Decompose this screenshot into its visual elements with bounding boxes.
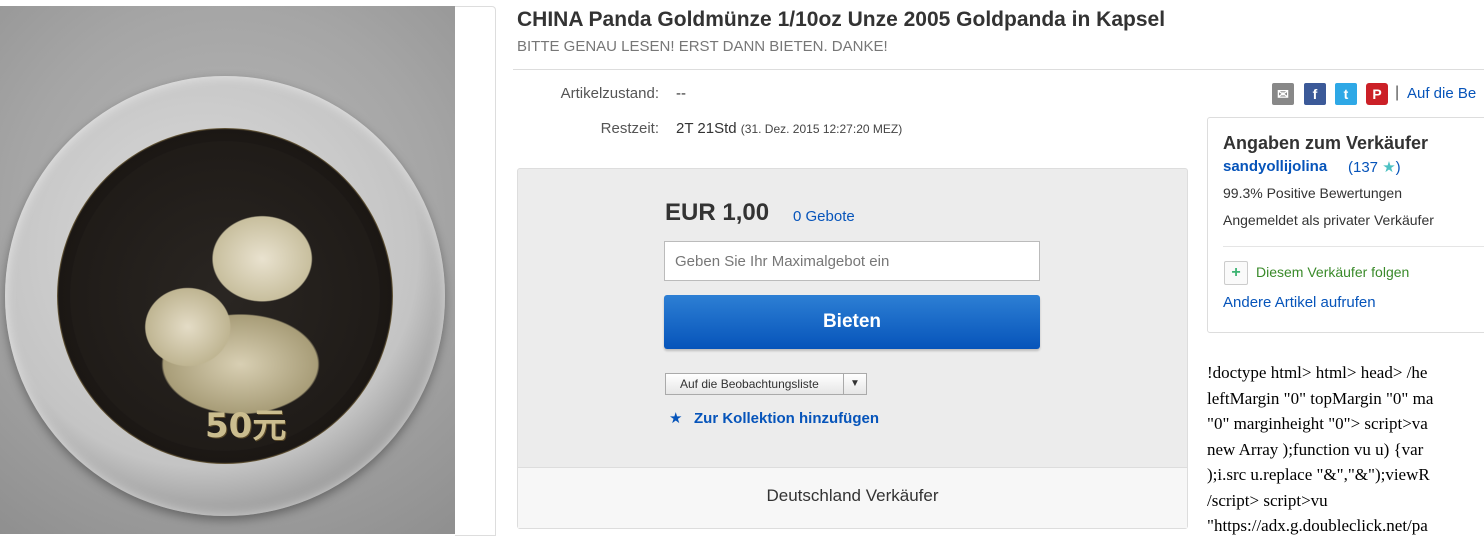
chevron-down-icon[interactable]: ▼ <box>843 374 866 394</box>
seller-panel: Angaben zum Verkäufer sandyollijolina (1… <box>1207 117 1484 333</box>
time-left-detail: (31. Dez. 2015 12:27:20 MEZ) <box>740 122 903 136</box>
seller-name-link[interactable]: sandyollijolina <box>1223 158 1327 175</box>
bid-box: EUR 1,00 0 Gebote Bieten Auf die Beobach… <box>517 168 1188 529</box>
condition-value: -- <box>676 85 686 102</box>
private-seller-note: Angemeldet als privater Verkäufer <box>1223 212 1434 228</box>
bid-box-footer: Deutschland Verkäufer <box>518 467 1187 528</box>
seller-divider <box>1223 246 1484 247</box>
other-items-link[interactable]: Andere Artikel aufrufen <box>1223 294 1376 311</box>
coin-denomination: 50元 <box>205 406 287 446</box>
raw-line: );i.src u.replace "&","&");viewR <box>1207 465 1430 484</box>
time-left-label: Restzeit: <box>600 120 659 137</box>
current-price: EUR 1,00 <box>665 199 770 226</box>
title-divider <box>513 69 1484 70</box>
watchlist-button[interactable]: Auf die Beobachtungsliste ▼ <box>665 373 867 395</box>
condition-label: Artikelzustand: <box>560 85 659 102</box>
add-to-collection-link[interactable]: Zur Kollektion hinzufügen <box>694 410 879 427</box>
max-bid-input[interactable] <box>664 241 1040 281</box>
watchlist-label: Auf die Beobachtungsliste <box>680 377 819 391</box>
raw-line: "0" marginheight "0"> script>va <box>1207 414 1428 433</box>
mail-icon[interactable]: ✉ <box>1272 83 1294 105</box>
time-left-value: 2T 21Std (31. Dez. 2015 12:27:20 MEZ) <box>676 120 902 137</box>
time-left-short: 2T 21Std <box>676 120 737 137</box>
raw-line: leftMargin "0" topMargin "0" ma <box>1207 388 1434 408</box>
plus-icon[interactable]: + <box>1224 261 1248 285</box>
pinterest-icon[interactable]: P <box>1366 83 1388 105</box>
raw-line: "https://adx.g.doubleclick.net/pa <box>1207 516 1428 535</box>
raw-html-text: !doctype html> html> head> /he leftMargi… <box>1207 360 1484 539</box>
seller-country: Deutschland Verkäufer <box>766 486 939 505</box>
positive-feedback: 99.3% Positive Bewertungen <box>1223 185 1402 201</box>
feedback-star-icon: ★ <box>1382 159 1396 176</box>
seller-feedback-score[interactable]: (137 ★) <box>1348 158 1401 176</box>
listing-subtitle: BITTE GENAU LESEN! ERST DANN BIETEN. DAN… <box>517 38 888 55</box>
bids-count-link[interactable]: 0 Gebote <box>793 208 855 225</box>
raw-line: new Array );function vu u) {var <box>1207 439 1424 459</box>
listing-title: CHINA Panda Goldmünze 1/10oz Unze 2005 G… <box>517 8 1166 31</box>
feedback-score-open: (137 <box>1348 159 1379 176</box>
bid-button[interactable]: Bieten <box>664 295 1040 349</box>
twitter-icon[interactable]: t <box>1335 83 1357 105</box>
follow-seller-link[interactable]: Diesem Verkäufer folgen <box>1256 264 1409 280</box>
image-frame <box>455 6 496 536</box>
product-image[interactable]: 50元 <box>0 6 455 534</box>
watchlist-link[interactable]: Auf die Be <box>1407 85 1476 102</box>
share-separator: | <box>1395 84 1400 101</box>
raw-line: /script> script>vu <box>1207 490 1328 510</box>
star-icon: ★ <box>669 410 683 427</box>
seller-heading: Angaben zum Verkäufer <box>1223 133 1429 153</box>
raw-line: !doctype html> html> head> /he <box>1207 363 1428 382</box>
facebook-icon[interactable]: f <box>1304 83 1326 105</box>
feedback-score-close: ) <box>1395 159 1401 176</box>
